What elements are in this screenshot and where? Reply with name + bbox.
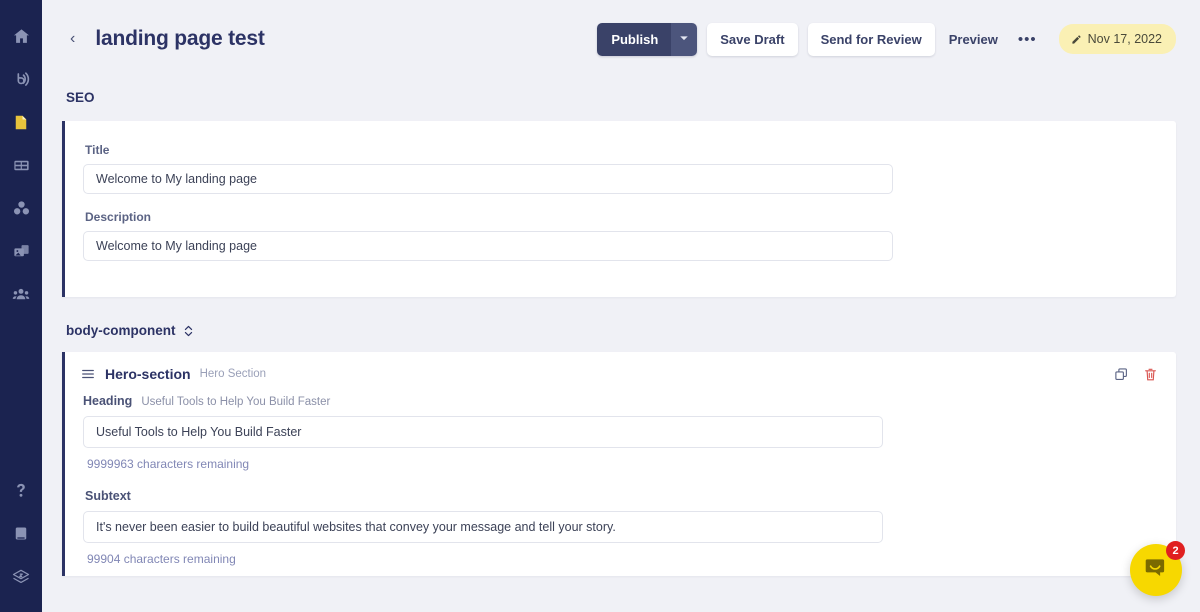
- sidebar-item-media[interactable]: [0, 230, 42, 273]
- seo-title-input[interactable]: [83, 164, 893, 194]
- subtext-input[interactable]: [83, 511, 883, 543]
- hero-section-name: Hero-section: [105, 366, 191, 382]
- hero-section-subtitle: Hero Section: [199, 368, 267, 380]
- heading-characters-remaining: 9999963 characters remaining: [87, 457, 250, 471]
- heading-label-row: Heading Useful Tools to Help You Build F…: [83, 394, 1158, 408]
- sidebar-item-home[interactable]: [0, 15, 42, 58]
- seo-section-label: SEO: [66, 90, 95, 105]
- chevron-up-down-icon[interactable]: [183, 324, 194, 338]
- more-options-button[interactable]: •••: [1012, 28, 1043, 51]
- publish-date-pill[interactable]: Nov 17, 2022: [1058, 24, 1176, 54]
- top-bar: ‹ landing page test Publish Save Draft S…: [42, 0, 1200, 78]
- components-icon: [12, 199, 31, 218]
- app-root: ‹ landing page test Publish Save Draft S…: [0, 0, 1200, 612]
- sidebar: [0, 0, 42, 612]
- publish-dropdown-toggle[interactable]: [671, 22, 698, 56]
- duplicate-icon[interactable]: [1114, 367, 1129, 382]
- publish-date-label: Nov 17, 2022: [1087, 32, 1162, 46]
- heading-hint: Useful Tools to Help You Build Faster: [141, 396, 331, 408]
- broadcast-icon: [12, 70, 31, 89]
- book-icon: [12, 524, 30, 543]
- hero-section-card: Hero-section Hero Section Heading Useful…: [62, 352, 1176, 576]
- content-area: SEO Title Description body-component: [42, 90, 1200, 576]
- sidebar-item-users[interactable]: [0, 273, 42, 316]
- sidebar-item-pages[interactable]: [0, 101, 42, 144]
- home-icon: [12, 27, 31, 46]
- sidebar-item-broadcast[interactable]: [0, 58, 42, 101]
- chevron-down-icon: [679, 30, 689, 48]
- hero-section-header: Hero-section Hero Section: [65, 352, 1176, 394]
- heading-label: Heading: [83, 394, 133, 408]
- sidebar-item-tables[interactable]: [0, 144, 42, 187]
- subtext-characters-remaining: 99904 characters remaining: [87, 552, 236, 566]
- users-icon: [11, 285, 31, 304]
- sidebar-logo[interactable]: [0, 555, 42, 598]
- subtext-label: Subtext: [85, 489, 131, 503]
- body-component-label: body-component: [66, 323, 176, 338]
- sidebar-item-components[interactable]: [0, 187, 42, 230]
- send-for-review-button[interactable]: Send for Review: [807, 22, 935, 56]
- media-icon: [12, 242, 31, 261]
- page-title: landing page test: [95, 27, 265, 50]
- chat-bubble-icon: [1143, 555, 1169, 586]
- body-component-header: body-component: [66, 323, 1176, 338]
- field-spacer: [83, 194, 1152, 210]
- sidebar-item-docs[interactable]: [0, 512, 42, 555]
- main-area: ‹ landing page test Publish Save Draft S…: [42, 0, 1200, 612]
- chat-unread-badge: 2: [1166, 541, 1185, 560]
- seo-card: Title Description: [62, 121, 1176, 297]
- pencil-icon: [1071, 34, 1082, 45]
- save-draft-button[interactable]: Save Draft: [707, 22, 798, 56]
- heading-input[interactable]: [83, 416, 883, 448]
- seo-description-input[interactable]: [83, 231, 893, 261]
- seo-title-label: Title: [85, 143, 110, 157]
- help-icon: [12, 481, 30, 500]
- publish-button-group[interactable]: Publish: [597, 22, 698, 56]
- table-icon: [12, 156, 31, 175]
- top-bar-actions: Publish Save Draft Send for Review Previ…: [597, 22, 1176, 56]
- publish-button[interactable]: Publish: [597, 22, 672, 56]
- chat-widget-button[interactable]: 2: [1130, 541, 1185, 596]
- seo-description-label: Description: [85, 210, 152, 224]
- hero-section-body: Heading Useful Tools to Help You Build F…: [65, 394, 1176, 576]
- hero-section-actions: [1114, 367, 1158, 382]
- drag-handle-icon[interactable]: [81, 367, 95, 381]
- trash-icon[interactable]: [1143, 367, 1158, 382]
- preview-button[interactable]: Preview: [945, 23, 1002, 56]
- back-button[interactable]: ‹: [62, 27, 83, 51]
- page-icon: [12, 113, 30, 132]
- layers-logo-icon: [10, 567, 32, 587]
- sidebar-item-help[interactable]: [0, 469, 42, 512]
